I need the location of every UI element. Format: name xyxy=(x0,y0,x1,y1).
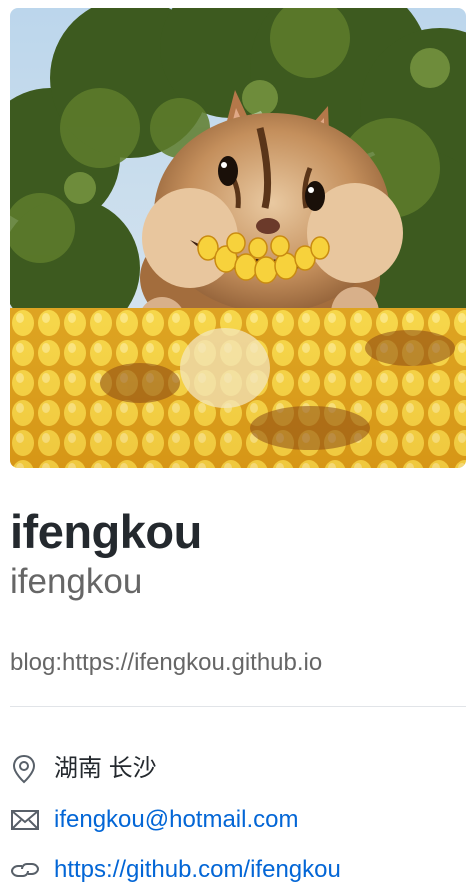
email-link[interactable]: ifengkou@hotmail.com xyxy=(54,803,298,837)
location-text: 湖南 长沙 xyxy=(54,755,157,782)
profile-username: ifengkou xyxy=(10,562,143,601)
profile-fullname: ifengkou xyxy=(10,505,202,558)
profile-bio: blog:https://ifengkou.github.io xyxy=(10,649,323,676)
profile-email: ifengkou@hotmail.com xyxy=(10,803,298,837)
location-pin-icon xyxy=(10,752,42,786)
mail-icon xyxy=(10,803,42,837)
profile-location: 湖南 长沙 xyxy=(10,752,157,786)
avatar[interactable] xyxy=(10,8,466,468)
divider xyxy=(10,706,466,707)
avatar-image xyxy=(10,8,466,468)
link-icon xyxy=(10,853,42,887)
profile-url: https://github.com/ifengkou xyxy=(10,853,341,887)
website-link[interactable]: https://github.com/ifengkou xyxy=(54,853,341,887)
